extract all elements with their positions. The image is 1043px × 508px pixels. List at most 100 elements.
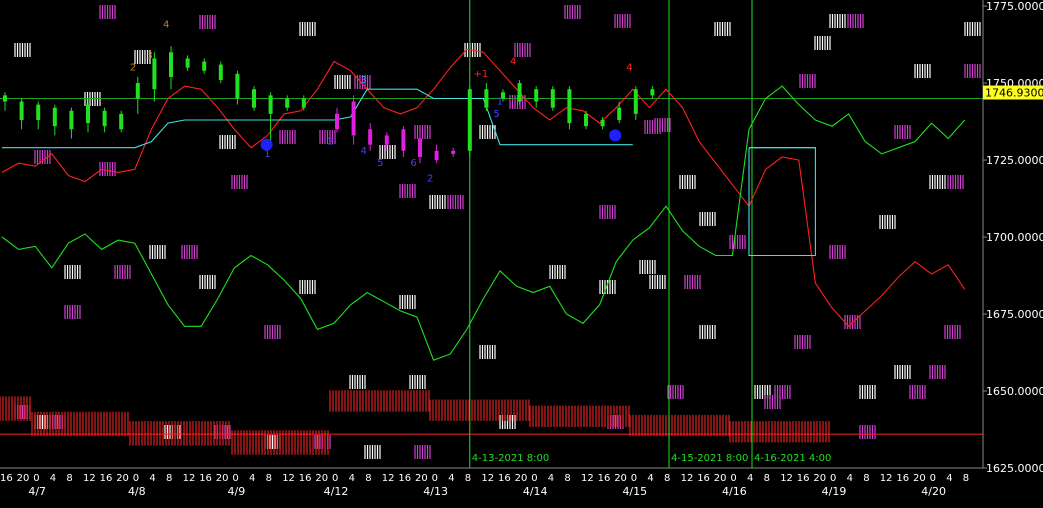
x-hour-label: 20 bbox=[515, 473, 528, 484]
wave-label: 4 bbox=[626, 63, 632, 74]
x-hour-label: 4 bbox=[847, 473, 853, 484]
x-hour-label: 16 bbox=[100, 473, 113, 484]
x-hour-label: 16 bbox=[299, 473, 312, 484]
price-marker-dot bbox=[609, 129, 622, 142]
candle-body bbox=[202, 61, 207, 71]
vertical-marker-label: 4-13-2021 8:00 bbox=[472, 453, 549, 464]
x-hour-label: 20 bbox=[216, 473, 229, 484]
candle-body bbox=[401, 129, 406, 151]
y-tick-label: 1725.00000 bbox=[986, 154, 1043, 167]
x-hour-label: 0 bbox=[730, 473, 736, 484]
candle-body bbox=[600, 120, 605, 127]
price-marker-dot bbox=[260, 138, 273, 151]
x-hour-label: 16 bbox=[199, 473, 212, 484]
wave-label: 1 bbox=[497, 97, 503, 108]
x-hour-label: 8 bbox=[166, 473, 172, 484]
x-hour-label: 8 bbox=[365, 473, 371, 484]
y-tick-label: 1650.00000 bbox=[986, 385, 1043, 398]
x-hour-label: 12 bbox=[83, 473, 96, 484]
chart-canvas: 4-13-2021 8:00 4-15-2021 8:00 4-16-2021 4:… bbox=[0, 0, 1043, 508]
wave-label: 2 bbox=[130, 63, 136, 74]
x-day-label: 4/12 bbox=[324, 485, 349, 498]
x-hour-label: 4 bbox=[747, 473, 753, 484]
y-tick-label: 1700.00000 bbox=[986, 231, 1043, 244]
wave-label: 2 bbox=[427, 174, 433, 185]
x-hour-label: 8 bbox=[266, 473, 272, 484]
x-hour-label: 20 bbox=[913, 473, 926, 484]
candle-body bbox=[3, 95, 7, 102]
x-hour-label: 12 bbox=[282, 473, 295, 484]
x-hour-label: 20 bbox=[116, 473, 129, 484]
wave-label: 4 bbox=[163, 20, 169, 31]
x-hour-label: 4 bbox=[349, 473, 355, 484]
price-badge: 1746.93000 bbox=[983, 85, 1043, 100]
x-day-label: 4/20 bbox=[921, 485, 946, 498]
x-hour-label: 0 bbox=[232, 473, 238, 484]
candle-body bbox=[152, 58, 157, 90]
vertical-marker-label: 4-16-2021 4:00 bbox=[754, 453, 831, 464]
x-hour-label: 16 bbox=[498, 473, 511, 484]
candle-body bbox=[451, 150, 456, 154]
x-hour-label: 20 bbox=[415, 473, 428, 484]
candle-body bbox=[351, 101, 356, 136]
x-hour-label: 8 bbox=[664, 473, 670, 484]
candle-body bbox=[52, 107, 57, 127]
x-hour-label: 12 bbox=[481, 473, 494, 484]
candle-body bbox=[584, 113, 588, 127]
x-hour-label: 0 bbox=[432, 473, 438, 484]
x-hour-label: 12 bbox=[382, 473, 395, 484]
x-hour-label: 12 bbox=[780, 473, 793, 484]
vertical-marker-label: 4-15-2021 8:00 bbox=[671, 453, 748, 464]
x-hour-label: 12 bbox=[880, 473, 893, 484]
x-hour-label: 0 bbox=[531, 473, 537, 484]
wave-label: 4 bbox=[361, 146, 367, 157]
candle-body bbox=[235, 73, 240, 99]
candle-body bbox=[335, 113, 339, 130]
y-axis: 1775.000001750.000001725.000001700.00000… bbox=[982, 0, 1043, 508]
candle-body bbox=[617, 107, 622, 121]
x-hour-label: 20 bbox=[813, 473, 826, 484]
x-hour-label: 8 bbox=[465, 473, 471, 484]
candle-body bbox=[467, 89, 472, 151]
candle-body bbox=[218, 64, 223, 80]
x-day-label: 4/9 bbox=[228, 485, 246, 498]
wave-label: 3 bbox=[361, 75, 367, 86]
x-day-label: 4/14 bbox=[523, 485, 548, 498]
candle-body bbox=[517, 83, 522, 102]
x-hour-label: 20 bbox=[315, 473, 328, 484]
x-hour-label: 8 bbox=[66, 473, 72, 484]
candle-body bbox=[135, 83, 140, 99]
x-hour-label: 0 bbox=[133, 473, 139, 484]
x-hour-label: 0 bbox=[332, 473, 338, 484]
candle-body bbox=[102, 110, 107, 127]
y-tick-label: 1675.00000 bbox=[986, 308, 1043, 321]
x-hour-label: 8 bbox=[863, 473, 869, 484]
x-hour-label: 20 bbox=[17, 473, 30, 484]
y-tick-label: 1625.00000 bbox=[986, 462, 1043, 475]
wave-label: 1 bbox=[264, 149, 270, 160]
x-day-label: 4/8 bbox=[128, 485, 146, 498]
x-hour-label: 16 bbox=[398, 473, 411, 484]
candle-body bbox=[285, 98, 290, 108]
x-hour-label: 16 bbox=[697, 473, 710, 484]
wave-label: +1 bbox=[473, 69, 488, 80]
x-hour-label: 12 bbox=[183, 473, 196, 484]
candle-body bbox=[418, 138, 422, 157]
x-hour-label: 8 bbox=[564, 473, 570, 484]
x-hour-label: 16 bbox=[896, 473, 909, 484]
x-day-label: 4/19 bbox=[822, 485, 847, 498]
candle-body bbox=[384, 135, 389, 145]
wave-label: 5 bbox=[377, 158, 383, 169]
candle-body bbox=[119, 113, 124, 130]
candle-body bbox=[301, 98, 306, 108]
candle-body bbox=[86, 104, 90, 124]
x-hour-label: 4 bbox=[548, 473, 554, 484]
candle-body bbox=[534, 89, 539, 102]
x-hour-label: 12 bbox=[581, 473, 594, 484]
x-hour-label: 4 bbox=[647, 473, 653, 484]
wave-label: 3 bbox=[146, 50, 152, 61]
x-hour-label: 0 bbox=[930, 473, 936, 484]
candle-body bbox=[434, 150, 439, 161]
x-hour-label: 16 bbox=[598, 473, 611, 484]
x-hour-label: 4 bbox=[149, 473, 155, 484]
